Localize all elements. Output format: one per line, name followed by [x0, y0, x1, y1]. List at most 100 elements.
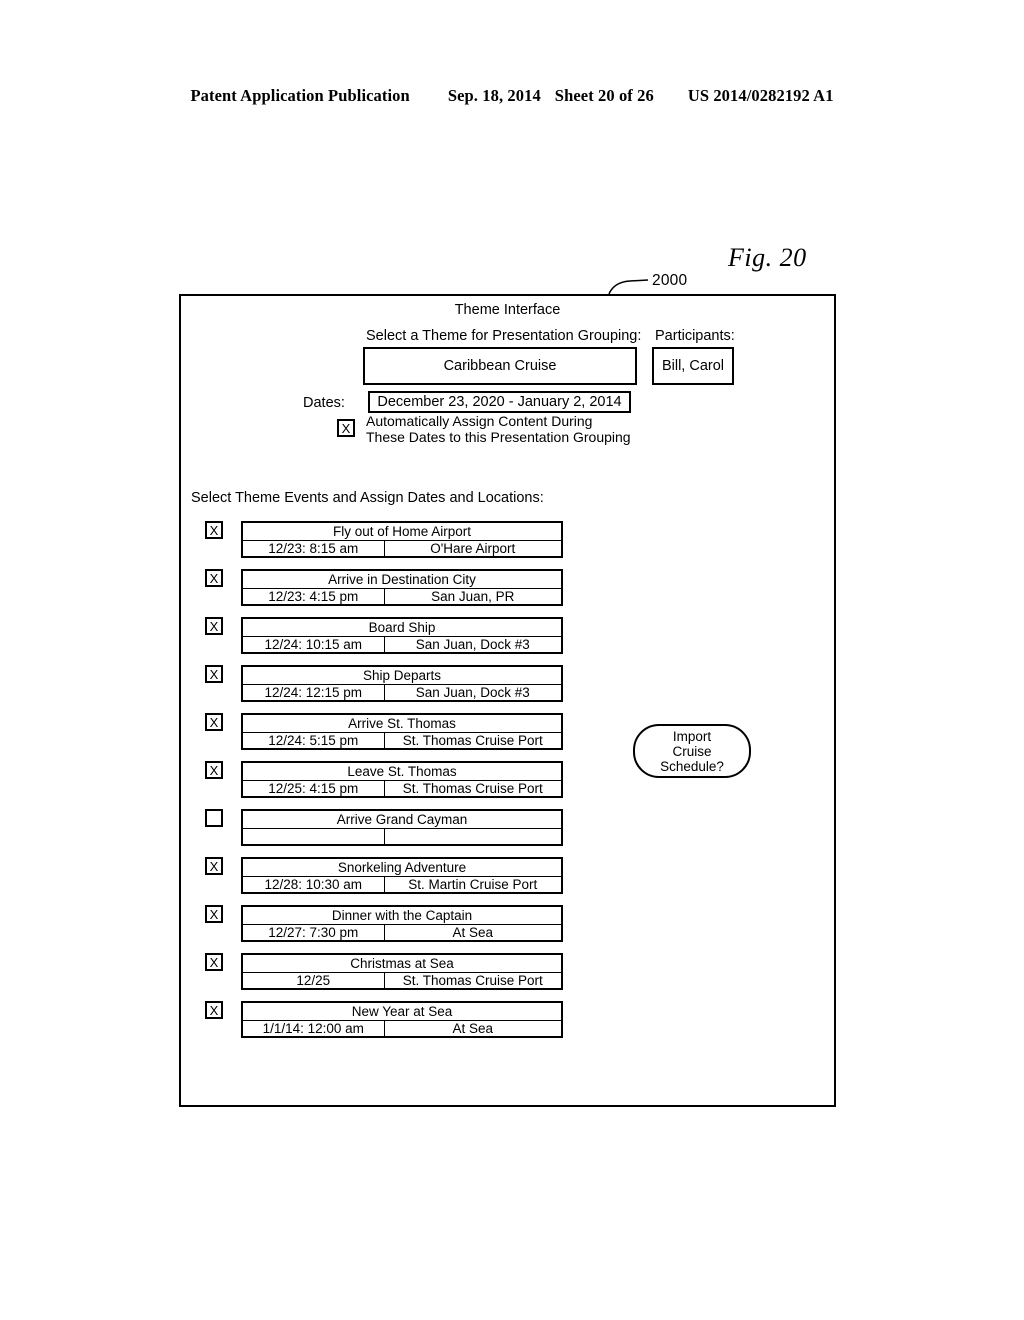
event-title[interactable]: Arrive St. Thomas: [243, 715, 561, 733]
event-checkbox[interactable]: X: [205, 569, 223, 587]
event-checkbox[interactable]: [205, 809, 223, 827]
select-events-label: Select Theme Events and Assign Dates and…: [191, 490, 544, 506]
event-title[interactable]: Fly out of Home Airport: [243, 523, 561, 541]
auto-assign-line-2: These Dates to this Presentation Groupin…: [366, 428, 631, 445]
event-box: Fly out of Home Airport 12/23: 8:15 am O'H…: [241, 521, 563, 558]
event-box: Arrive St. Thomas 12/24: 5:15 pm St. Thoma…: [241, 713, 563, 750]
event-location[interactable]: San Juan, Dock #3: [385, 685, 562, 701]
event-checkbox[interactable]: X: [205, 857, 223, 875]
event-date[interactable]: 12/23: 4:15 pm: [243, 589, 385, 605]
participants-field-label: Participants:: [655, 328, 735, 344]
event-location[interactable]: St. Thomas Cruise Port: [385, 733, 562, 749]
event-date[interactable]: 12/25: [243, 973, 385, 989]
event-date[interactable]: 12/24: 5:15 pm: [243, 733, 385, 749]
event-details: 12/24: 5:15 pm St. Thomas Cruise Port: [243, 733, 561, 749]
figure-label: Fig. 20: [728, 243, 807, 272]
event-details: 12/25 St. Thomas Cruise Port: [243, 973, 561, 989]
event-box: Arrive in Destination City 12/23: 4:15 pm…: [241, 569, 563, 606]
event-checkbox[interactable]: X: [205, 1001, 223, 1019]
event-box: New Year at Sea 1/1/14: 12:00 am At Sea: [241, 1001, 563, 1038]
event-box: Ship Departs 12/24: 12:15 pm San Juan, Doc…: [241, 665, 563, 702]
import-button-line-3: Schedule?: [660, 758, 724, 774]
dates-field-label: Dates:: [303, 395, 345, 411]
import-button-line-2: Cruise: [672, 743, 712, 759]
event-checkbox[interactable]: X: [205, 761, 223, 779]
theme-events-list: X Fly out of Home Airport 12/23: 8:15 am O'…: [205, 521, 605, 1049]
event-title[interactable]: Dinner with the Captain: [243, 907, 561, 925]
event-date[interactable]: 12/25: 4:15 pm: [243, 781, 385, 797]
event-checkbox[interactable]: X: [205, 617, 223, 635]
event-date[interactable]: 1/1/14: 12:00 am: [243, 1021, 385, 1037]
event-row: X Leave St. Thomas 12/25: 4:15 pm St. Thoma…: [205, 761, 605, 799]
event-row: X Snorkeling Adventure 12/28: 10:30 am St. …: [205, 857, 605, 895]
event-location[interactable]: St. Thomas Cruise Port: [385, 973, 562, 989]
event-row: X Arrive St. Thomas 12/24: 5:15 pm St. Thom…: [205, 713, 605, 751]
event-title[interactable]: Arrive in Destination City: [243, 571, 561, 589]
import-cruise-schedule-button[interactable]: Import Cruise Schedule?: [633, 724, 751, 778]
event-row: X Board Ship 12/24: 10:15 am San Juan, Dock…: [205, 617, 605, 655]
theme-interface-frame: Theme Interface Select a Theme for Prese…: [179, 294, 836, 1107]
event-row: X Fly out of Home Airport 12/23: 8:15 am O'…: [205, 521, 605, 559]
event-date[interactable]: 12/27: 7:30 pm: [243, 925, 385, 941]
event-location[interactable]: At Sea: [385, 1021, 562, 1037]
event-box: Leave St. Thomas 12/25: 4:15 pm St. Thomas…: [241, 761, 563, 798]
event-details: 12/24: 12:15 pm San Juan, Dock #3: [243, 685, 561, 701]
event-title[interactable]: Leave St. Thomas: [243, 763, 561, 781]
event-row: X Arrive in Destination City 12/23: 4:15 p…: [205, 569, 605, 607]
header-date: Sep. 18, 2014: [447, 86, 541, 105]
event-box: Snorkeling Adventure 12/28: 10:30 am St. M…: [241, 857, 563, 894]
event-location[interactable]: At Sea: [385, 925, 562, 941]
event-row: X Ship Departs 12/24: 12:15 pm San Juan, Do…: [205, 665, 605, 703]
auto-assign-checkbox[interactable]: X: [337, 419, 355, 437]
event-checkbox[interactable]: X: [205, 665, 223, 683]
event-box: Christmas at Sea 12/25 St. Thomas Cruise P…: [241, 953, 563, 990]
page-title: Theme Interface: [454, 302, 561, 318]
event-row: Arrive Grand Cayman: [205, 809, 605, 847]
patent-figure-page: Patent Application Publication Sep. 18, …: [0, 0, 1024, 1320]
auto-assign-label: Automatically Assign Content During Thes…: [366, 413, 631, 445]
event-details: 12/27: 7:30 pm At Sea: [243, 925, 561, 941]
event-date[interactable]: 12/23: 8:15 am: [243, 541, 385, 557]
event-details: 1/1/14: 12:00 am At Sea: [243, 1021, 561, 1037]
event-location[interactable]: San Juan, Dock #3: [385, 637, 562, 653]
event-location[interactable]: O'Hare Airport: [385, 541, 562, 557]
event-checkbox[interactable]: X: [205, 905, 223, 923]
event-details: 12/23: 4:15 pm San Juan, PR: [243, 589, 561, 605]
theme-input[interactable]: Caribbean Cruise: [363, 347, 637, 385]
event-date[interactable]: 12/24: 12:15 pm: [243, 685, 385, 701]
theme-field-label: Select a Theme for Presentation Grouping…: [366, 328, 642, 344]
event-location[interactable]: St. Martin Cruise Port: [385, 877, 562, 893]
import-button-line-1: Import: [672, 728, 712, 744]
event-box: Arrive Grand Cayman: [241, 809, 563, 846]
event-title[interactable]: New Year at Sea: [243, 1003, 561, 1021]
event-date[interactable]: 12/24: 10:15 am: [243, 637, 385, 653]
event-box: Dinner with the Captain 12/27: 7:30 pm At …: [241, 905, 563, 942]
event-checkbox[interactable]: X: [205, 713, 223, 731]
event-title[interactable]: Arrive Grand Cayman: [243, 811, 561, 829]
event-details: 12/25: 4:15 pm St. Thomas Cruise Port: [243, 781, 561, 797]
event-details: 12/23: 8:15 am O'Hare Airport: [243, 541, 561, 557]
event-title[interactable]: Ship Departs: [243, 667, 561, 685]
participants-input[interactable]: Bill, Carol: [652, 347, 734, 385]
event-details: 12/24: 10:15 am San Juan, Dock #3: [243, 637, 561, 653]
event-location[interactable]: San Juan, PR: [385, 589, 562, 605]
header-publication-type: Patent Application Publication: [190, 86, 410, 105]
event-details: [243, 829, 561, 845]
event-details: 12/28: 10:30 am St. Martin Cruise Port: [243, 877, 561, 893]
event-row: X Dinner with the Captain 12/27: 7:30 pm At…: [205, 905, 605, 943]
event-date[interactable]: [243, 829, 385, 845]
dates-input[interactable]: December 23, 2020 - January 2, 2014: [368, 391, 631, 413]
event-checkbox[interactable]: X: [205, 953, 223, 971]
event-location[interactable]: St. Thomas Cruise Port: [385, 781, 562, 797]
event-box: Board Ship 12/24: 10:15 am San Juan, Dock …: [241, 617, 563, 654]
event-row: X New Year at Sea 1/1/14: 12:00 am At Sea: [205, 1001, 605, 1039]
reference-2000: 2000: [652, 272, 688, 289]
event-title[interactable]: Snorkeling Adventure: [243, 859, 561, 877]
event-title[interactable]: Board Ship: [243, 619, 561, 637]
event-location[interactable]: [385, 829, 562, 845]
header-patent-number: US 2014/0282192 A1: [687, 86, 834, 105]
auto-assign-line-1: Automatically Assign Content During: [366, 413, 593, 429]
event-title[interactable]: Christmas at Sea: [243, 955, 561, 973]
event-checkbox[interactable]: X: [205, 521, 223, 539]
event-date[interactable]: 12/28: 10:30 am: [243, 877, 385, 893]
